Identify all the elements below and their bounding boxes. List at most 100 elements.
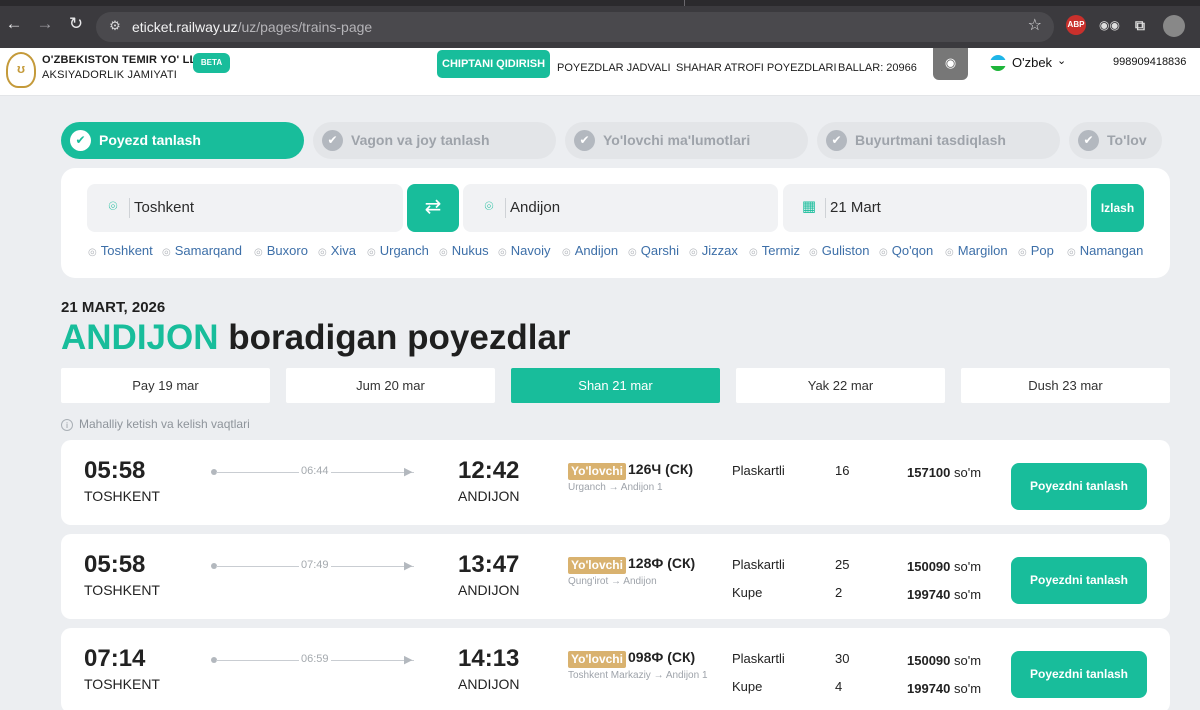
reload-icon[interactable]: ↻ bbox=[66, 14, 86, 34]
check-icon: ✔ bbox=[826, 130, 847, 151]
info-icon: i bbox=[61, 419, 73, 431]
city-link[interactable]: ◎ Xiva bbox=[318, 243, 356, 258]
field-divider bbox=[825, 198, 826, 218]
calendar-icon: ▦ bbox=[801, 198, 817, 215]
user-phone[interactable]: 998909418836 bbox=[1113, 56, 1186, 68]
title-rest: boradigan poyezdlar bbox=[218, 318, 571, 357]
from-station-value[interactable]: Toshkent bbox=[134, 199, 194, 216]
price-currency: so'm bbox=[954, 653, 982, 668]
train-route: Qung'irot → Andijon bbox=[568, 576, 657, 587]
price-currency: so'm bbox=[954, 465, 982, 480]
departure-time: 05:58 bbox=[84, 551, 146, 578]
city-dot-icon: ◎ bbox=[879, 247, 888, 258]
url-text[interactable]: eticket.railway.uz/uz/pages/trains-page bbox=[132, 19, 372, 35]
extensions-puzzle-icon[interactable]: ⧉ bbox=[1130, 15, 1150, 35]
brand-subtitle: AKSIYADORLIK JAMIYATI bbox=[42, 69, 178, 81]
search-button[interactable]: Izlash bbox=[1091, 184, 1144, 232]
ticket-price: 150090 so'm bbox=[907, 653, 981, 668]
arrival-city: ANDIJON bbox=[458, 488, 520, 504]
select-train-button[interactable]: Poyezdni tanlash bbox=[1011, 463, 1147, 510]
check-icon: ✔ bbox=[70, 130, 91, 151]
train-type-badge: Yo'lovchi bbox=[568, 651, 626, 668]
price-value: 150090 bbox=[907, 653, 951, 668]
to-station-value[interactable]: Andijon bbox=[510, 199, 560, 216]
city-link[interactable]: ◎ Guliston bbox=[809, 243, 869, 258]
profile-avatar[interactable] bbox=[1163, 15, 1185, 37]
date-value[interactable]: 21 Mart bbox=[830, 199, 881, 216]
city-dot-icon: ◎ bbox=[318, 247, 327, 258]
page-title: ANDIJON boradigan poyezdlar bbox=[61, 318, 571, 358]
city-label: Namangan bbox=[1079, 243, 1144, 258]
select-train-button[interactable]: Poyezdni tanlash bbox=[1011, 557, 1147, 604]
day-tab[interactable]: Pay 19 mar bbox=[61, 368, 270, 403]
train-type-badge: Yo'lovchi bbox=[568, 557, 626, 574]
city-link[interactable]: ◎ Andijon bbox=[562, 243, 618, 258]
nav-search-tickets[interactable]: CHIPTANI QIDIRISH bbox=[437, 50, 551, 78]
city-link[interactable]: ◎ Qarshi bbox=[628, 243, 679, 258]
city-link[interactable]: ◎ Samarqand bbox=[162, 243, 242, 258]
location-pin-icon: ⌾ bbox=[108, 198, 118, 215]
search-card: ⌾ Toshkent ⇄ ⌾ Andijon ▦ 21 Mart Izlash … bbox=[61, 168, 1170, 278]
date-field[interactable]: ▦ 21 Mart bbox=[783, 184, 1087, 232]
bookmark-star-icon[interactable]: ☆ bbox=[1028, 17, 1042, 35]
city-link[interactable]: ◎ Toshkent bbox=[88, 243, 153, 258]
check-icon: ✔ bbox=[322, 130, 343, 151]
city-link[interactable]: ◎ Pop bbox=[1018, 243, 1054, 258]
city-dot-icon: ◎ bbox=[562, 247, 571, 258]
step-label: To'lov bbox=[1107, 132, 1147, 148]
location-pin-icon: ⌾ bbox=[484, 198, 494, 215]
day-tab[interactable]: Jum 20 mar bbox=[286, 368, 495, 403]
to-station-field[interactable]: ⌾ Andijon bbox=[463, 184, 778, 232]
city-dot-icon: ◎ bbox=[628, 247, 637, 258]
nav-points[interactable]: BALLAR: 20966 bbox=[838, 56, 917, 80]
city-link[interactable]: ◎ Navoiy bbox=[498, 243, 550, 258]
step-label: Yo'lovchi ma'lumotlari bbox=[603, 132, 751, 148]
site-settings-icon[interactable]: ⚙ bbox=[106, 17, 124, 35]
language-selector[interactable]: O'zbek bbox=[1012, 55, 1052, 70]
select-train-button[interactable]: Poyezdni tanlash bbox=[1011, 651, 1147, 698]
price-value: 199740 bbox=[907, 587, 951, 602]
day-tab[interactable]: Yak 22 mar bbox=[736, 368, 945, 403]
swap-stations-button[interactable]: ⇄ bbox=[407, 184, 459, 232]
step-label: Buyurtmani tasdiqlash bbox=[855, 132, 1006, 148]
city-label: Qo'qon bbox=[891, 243, 934, 258]
address-bar[interactable]: ⚙ eticket.railway.uz/uz/pages/trains-pag… bbox=[96, 12, 1054, 42]
city-label: Jizzax bbox=[701, 243, 738, 258]
ticket-price: 150090 so'm bbox=[907, 559, 981, 574]
free-seats: 2 bbox=[835, 585, 843, 600]
railway-logo[interactable]: ʊ bbox=[6, 52, 36, 88]
brand-name: O'ZBEKISTON TEMIR YO' LLARI bbox=[42, 54, 217, 66]
departure-city: TOSHKENT bbox=[84, 582, 160, 598]
train-number: 128Ф (СК) bbox=[628, 555, 696, 571]
city-link[interactable]: ◎ Margilon bbox=[945, 243, 1008, 258]
city-link[interactable]: ◎ Buxoro bbox=[254, 243, 308, 258]
from-station-field[interactable]: ⌾ Toshkent bbox=[87, 184, 403, 232]
ticket-price: 199740 so'm bbox=[907, 681, 981, 696]
city-dot-icon: ◎ bbox=[498, 247, 507, 258]
city-link[interactable]: ◎ Urganch bbox=[367, 243, 429, 258]
url-path: /uz/pages/trains-page bbox=[237, 19, 373, 35]
price-value: 157100 bbox=[907, 465, 951, 480]
city-link[interactable]: ◎ Nukus bbox=[439, 243, 489, 258]
free-seats: 16 bbox=[835, 463, 850, 478]
adblock-extension-icon[interactable]: ABP bbox=[1066, 15, 1086, 35]
day-tab[interactable]: Dush 23 mar bbox=[961, 368, 1170, 403]
price-value: 199740 bbox=[907, 681, 951, 696]
spy-extension-icon[interactable]: ◉◉ bbox=[1099, 15, 1120, 35]
nav-suburban-trains[interactable]: SHAHAR ATROFI POYEZDLARI bbox=[676, 56, 837, 80]
nav-train-schedule[interactable]: POYEZDLAR JADVALI bbox=[557, 56, 671, 80]
accessibility-eye-button[interactable]: ◉ bbox=[933, 48, 968, 80]
step-select-train[interactable]: ✔ Poyezd tanlash bbox=[61, 122, 304, 159]
day-tab-active[interactable]: Shan 21 mar bbox=[511, 368, 720, 403]
train-route: Toshkent Markaziy → Andijon 1 bbox=[568, 670, 708, 681]
city-link[interactable]: ◎ Termiz bbox=[749, 243, 800, 258]
uzbek-flag-icon[interactable] bbox=[990, 55, 1006, 71]
forward-icon[interactable]: → bbox=[35, 14, 55, 34]
city-link[interactable]: ◎ Qo'qon bbox=[879, 243, 933, 258]
tab-strip bbox=[0, 0, 1200, 6]
back-icon[interactable]: ← bbox=[4, 14, 24, 34]
car-class: Plaskartli bbox=[732, 463, 785, 478]
chevron-down-icon[interactable]: ⌄ bbox=[1057, 54, 1066, 67]
city-link[interactable]: ◎ Namangan bbox=[1067, 243, 1143, 258]
city-link[interactable]: ◎ Jizzax bbox=[689, 243, 738, 258]
